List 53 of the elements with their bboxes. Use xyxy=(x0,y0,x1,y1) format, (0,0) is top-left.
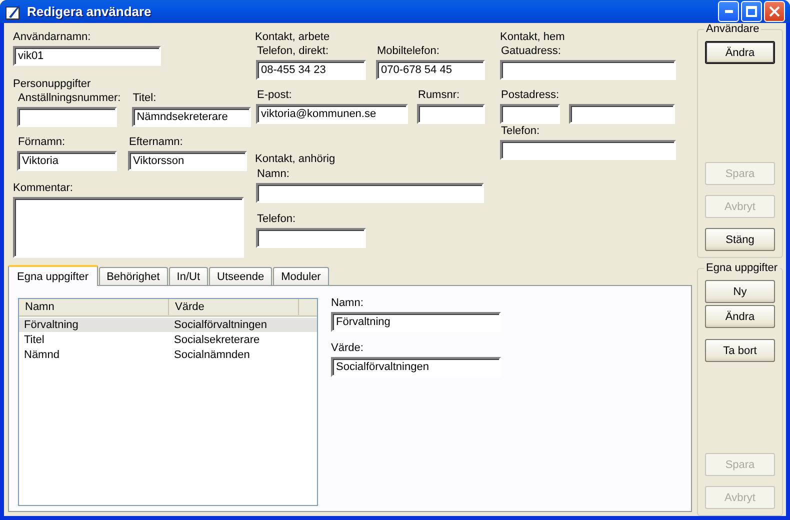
field-label: Förnamn: xyxy=(18,136,66,149)
field-label: Namn: xyxy=(257,168,290,181)
field-label: Namn: xyxy=(331,297,364,310)
section-heading: Kontakt, anhörig xyxy=(255,153,336,166)
field-label: Titel: xyxy=(132,92,158,105)
column-header[interactable]: Värde xyxy=(169,299,299,315)
text-field[interactable]: Viktoria xyxy=(17,151,117,171)
list-cell-text: Socialsekreterare xyxy=(173,333,261,347)
section-heading: Kontakt, hem xyxy=(500,31,566,44)
text-field[interactable]: Socialförvaltningen xyxy=(331,357,501,377)
action-button[interactable]: Stäng xyxy=(705,228,775,251)
column-header[interactable]: Namn xyxy=(19,299,169,315)
list-cell-text: Socialnämnden xyxy=(173,348,251,362)
text-field[interactable]: 08-455 34 23 xyxy=(256,60,366,80)
field-label: Efternamn: xyxy=(129,136,184,149)
field-label: Telefon, direkt: xyxy=(257,45,330,58)
field-label: Användarnamn: xyxy=(13,31,92,44)
field-label: Anställningsnummer: xyxy=(18,92,121,105)
field-label: Mobiltelefon: xyxy=(377,45,440,58)
action-button[interactable]: Ändra xyxy=(705,41,775,64)
field-label: Gatuadress: xyxy=(501,45,562,58)
list-row[interactable]: Förvaltning Socialförvaltningen xyxy=(19,318,317,332)
action-button[interactable]: Ny xyxy=(705,280,775,303)
field-label: Kommentar: xyxy=(13,182,74,195)
list-row[interactable]: Titel Socialsekreterare xyxy=(19,333,317,347)
action-button[interactable]: Ta bort xyxy=(705,339,775,362)
text-field[interactable]: viktoria@kommunen.se xyxy=(256,104,408,124)
tab[interactable]: Utseende xyxy=(209,267,272,285)
list-cell-text: Socialförvaltningen xyxy=(173,318,268,332)
field-label: Telefon: xyxy=(501,125,541,138)
tab[interactable]: Behörighet xyxy=(98,267,168,285)
text-field[interactable]: Viktorsson xyxy=(128,151,247,171)
text-field[interactable]: 070-678 54 45 xyxy=(376,60,485,80)
list-cell-text: Titel xyxy=(23,333,46,347)
list-cell-text: Förvaltning xyxy=(23,318,80,332)
section-heading: Kontakt, arbete xyxy=(255,31,331,44)
tab[interactable]: In/Ut xyxy=(168,267,208,285)
list-row[interactable]: Nämnd Socialnämnden xyxy=(19,348,317,362)
action-button[interactable]: Ändra xyxy=(705,305,775,328)
field-label: E-post: xyxy=(257,89,293,102)
list-cell-text: Nämnd xyxy=(23,348,60,362)
text-field[interactable]: Förvaltning xyxy=(331,312,501,332)
text-field[interactable]: vik01 xyxy=(13,46,161,66)
section-heading: Personuppgifter xyxy=(13,78,92,91)
tab[interactable]: Egna uppgifter xyxy=(8,265,98,286)
text-field[interactable]: Nämndsekreterare xyxy=(132,107,251,127)
field-label: Värde: xyxy=(331,342,364,355)
field-label: Postadress: xyxy=(501,89,560,102)
window-title: Redigera användare xyxy=(27,4,152,19)
field-label: Telefon: xyxy=(257,213,297,226)
tab[interactable]: Moduler xyxy=(273,267,329,285)
field-label: Rumsnr: xyxy=(418,89,461,102)
group-title: Egna uppgifter xyxy=(704,262,780,275)
